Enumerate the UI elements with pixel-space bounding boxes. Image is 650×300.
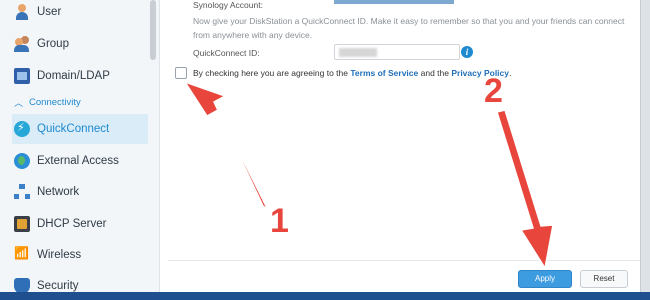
sidebar-item-external-access[interactable]: External Access <box>14 146 148 176</box>
control-panel-window: User Group Domain/LDAP ︿ Connectivity Qu… <box>0 0 650 300</box>
quickconnect-icon <box>14 121 30 137</box>
apply-button[interactable]: Apply <box>518 270 572 288</box>
wireless-icon <box>14 246 30 263</box>
sidebar-item-label: Security <box>37 280 79 292</box>
terms-checkbox[interactable] <box>175 67 187 79</box>
globe-icon <box>14 153 30 169</box>
window-bottom-border <box>0 292 650 300</box>
sidebar-scrollbar[interactable] <box>150 0 156 60</box>
terms-agreement-text: By checking here you are agreeing to the… <box>193 68 511 78</box>
terms-of-service-link[interactable]: Terms of Service <box>350 68 418 78</box>
sidebar-item-label: Domain/LDAP <box>37 70 110 82</box>
sidebar: User Group Domain/LDAP ︿ Connectivity Qu… <box>0 0 160 300</box>
dhcp-icon <box>14 216 30 232</box>
account-label: Synology Account: <box>193 0 263 10</box>
account-value-redacted <box>334 0 454 4</box>
section-label: Connectivity <box>29 97 81 108</box>
sidebar-item-label: DHCP Server <box>37 218 107 230</box>
sidebar-item-label: Group <box>37 38 69 50</box>
reset-button[interactable]: Reset <box>580 270 628 288</box>
info-icon[interactable]: i <box>461 46 473 58</box>
sidebar-item-user[interactable]: User <box>14 0 148 27</box>
agree-suffix: . <box>509 68 512 78</box>
agree-prefix: By checking here you are agreeing to the <box>193 68 351 78</box>
network-icon <box>14 184 30 200</box>
chevron-up-icon: ︿ <box>14 98 24 108</box>
sidebar-item-dhcp-server[interactable]: DHCP Server <box>14 209 148 239</box>
sidebar-item-domain-ldap[interactable]: Domain/LDAP <box>14 61 148 91</box>
annotation-step-1: 1 <box>270 202 289 240</box>
sidebar-item-label: External Access <box>37 155 119 167</box>
group-icon <box>14 36 30 52</box>
annotation-step-2: 2 <box>484 72 503 110</box>
quickconnect-description: Now give your DiskStation a QuickConnect… <box>193 16 625 40</box>
quickconnect-id-label: QuickConnect ID: <box>193 48 260 58</box>
sidebar-item-label: Network <box>37 186 80 198</box>
domain-icon <box>14 68 30 84</box>
sidebar-item-group[interactable]: Group <box>14 29 148 59</box>
sidebar-item-label: Wireless <box>37 249 82 261</box>
quickconnect-id-input[interactable] <box>334 44 460 60</box>
redacted-value <box>339 48 377 57</box>
sidebar-item-wireless[interactable]: Wireless <box>14 240 148 270</box>
window-edge <box>640 0 650 300</box>
quickconnect-panel: Synology Account: Now give your DiskStat… <box>160 0 640 300</box>
agree-middle: and the <box>418 68 452 78</box>
sidebar-item-network[interactable]: Network <box>14 177 148 207</box>
footer-divider <box>168 260 640 261</box>
sidebar-section-connectivity[interactable]: ︿ Connectivity <box>14 96 81 109</box>
sidebar-item-label: User <box>37 6 62 18</box>
user-icon <box>14 4 30 20</box>
sidebar-item-quickconnect[interactable]: QuickConnect <box>12 114 148 144</box>
sidebar-item-label: QuickConnect <box>37 123 110 135</box>
